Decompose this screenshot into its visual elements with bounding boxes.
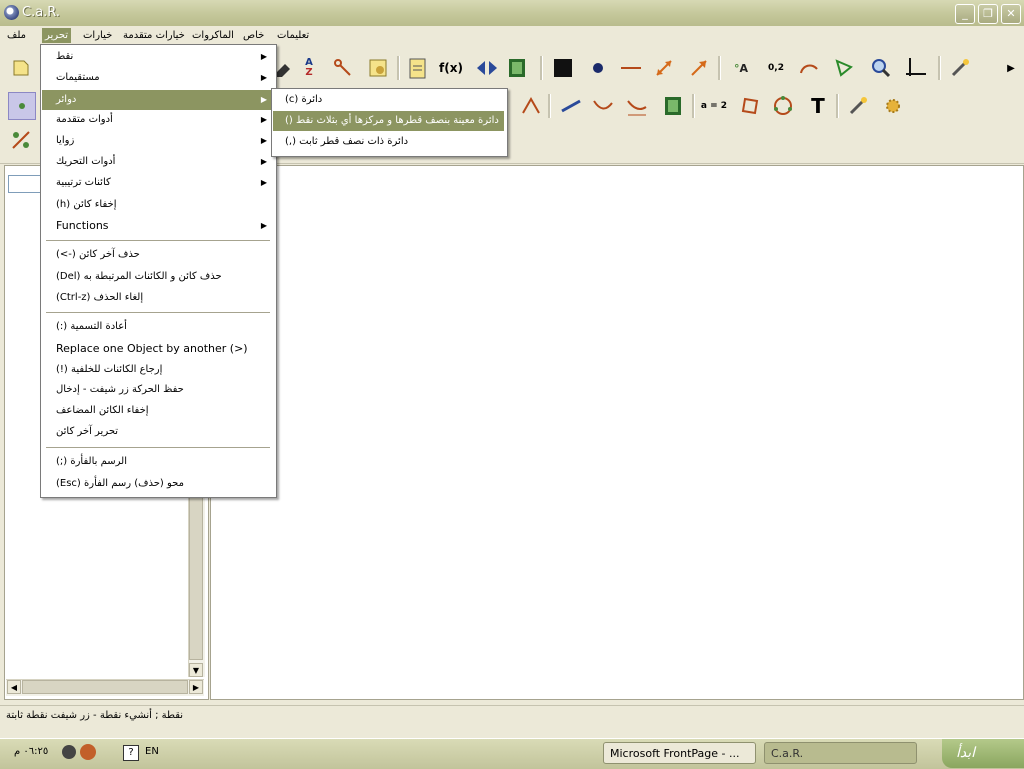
arc-icon[interactable]	[796, 55, 822, 81]
toolbar-separator	[692, 94, 695, 118]
line-point-tool-icon[interactable]	[8, 127, 34, 153]
close-button[interactable]: ✕	[1001, 4, 1021, 24]
scroll-left-arrow[interactable]: ◀	[7, 680, 21, 694]
status-text: نقطة ; أنشيء نقطة - زر شيفت نقطة ثابتة	[6, 710, 184, 721]
clipboard-icon[interactable]	[404, 55, 430, 81]
menu-help[interactable]: تعليمات	[274, 28, 312, 43]
menu-item-delete-last[interactable]: (<-) حذف آخر كائن	[42, 245, 273, 265]
point-label-icon[interactable]: ° A	[728, 55, 754, 81]
segment-icon[interactable]	[618, 55, 644, 81]
magic-wand-icon[interactable]	[947, 55, 973, 81]
menu-separator	[46, 240, 270, 241]
menu-item-angles[interactable]: زوايا ▶	[42, 131, 273, 151]
menu-options[interactable]: خيارات	[80, 28, 115, 43]
curve-alt-icon[interactable]	[624, 93, 650, 119]
toolbar-separator	[397, 56, 400, 80]
clock[interactable]: ٠٦:٢٥ م	[14, 746, 48, 757]
language-indicator[interactable]: EN	[145, 746, 159, 757]
menu-item-points[interactable]: نقط ▶	[42, 47, 273, 67]
zoom-icon[interactable]	[868, 55, 894, 81]
menu-advanced-options[interactable]: خيارات متقدمة	[120, 28, 188, 43]
numeric-label-icon[interactable]: 0,2	[760, 55, 792, 81]
toolbar-separator	[938, 56, 941, 80]
ray-icon[interactable]	[558, 93, 584, 119]
text-tool-icon[interactable]: T	[805, 93, 831, 119]
submenu-item-fixed-radius-circle[interactable]: (,) دائرة ذات نصف قطر ثابت	[273, 132, 504, 152]
gear-icon[interactable]	[365, 55, 391, 81]
menu-item-clear-mouse-draw[interactable]: (Esc) محو (حذف) رسم الفأرة	[42, 474, 273, 494]
menu-item-delete-with-children[interactable]: (Del) حذف كائن و الكائنات المرتبطة به	[42, 267, 273, 287]
vector-icon[interactable]	[686, 55, 712, 81]
menu-item-lines[interactable]: مستقيمات ▶	[42, 68, 273, 88]
menu-item-functions[interactable]: Functions ▶	[42, 216, 273, 236]
taskbar-car[interactable]: C.a.R.	[764, 742, 917, 764]
toolbar-more-arrow[interactable]: ▶	[1002, 55, 1020, 81]
menu-edit[interactable]: تحرير	[42, 28, 72, 43]
menu-item-circles[interactable]: دوائر ▶	[42, 90, 273, 110]
dot-icon[interactable]	[585, 55, 611, 81]
menu-item-replace-object[interactable]: Replace one Object by another (>)	[42, 339, 273, 359]
toolbar-separator	[836, 94, 839, 118]
function-tool-icon[interactable]: f(x)	[438, 55, 464, 81]
menu-file[interactable]: ملف	[4, 28, 29, 43]
menu-separator	[46, 312, 270, 313]
submenu-item-circle-three-points[interactable]: () دائرة معينة بنصف قطرها و مركزها أي بث…	[273, 111, 504, 131]
settings-gear-icon[interactable]	[880, 93, 906, 119]
construction-canvas[interactable]	[210, 165, 1024, 700]
toolbar-separator	[718, 56, 721, 80]
title-bar[interactable]	[0, 0, 1024, 26]
menu-bar: ملف تحرير خيارات خيارات متقدمة الماكروات…	[0, 26, 1024, 45]
toolbar-separator	[548, 94, 551, 118]
polygon-icon[interactable]	[737, 93, 763, 119]
reflection-icon[interactable]	[474, 55, 500, 81]
menu-item-mouse-draw[interactable]: (;) الرسم بالفأرة	[42, 452, 273, 472]
point-tool-icon[interactable]	[8, 92, 36, 120]
black-square-icon[interactable]	[550, 55, 576, 81]
menu-item-edit-last[interactable]: تحرير آخر كائن	[42, 422, 273, 442]
angle-icon[interactable]	[831, 55, 857, 81]
scroll-right-arrow[interactable]: ▶	[189, 680, 203, 694]
menu-item-rename[interactable]: (:) أعادة التسمية	[42, 317, 273, 337]
tray-app-icon[interactable]	[80, 744, 96, 760]
wand-icon[interactable]	[845, 93, 871, 119]
double-arrow-icon[interactable]	[651, 55, 677, 81]
menu-item-hide-duplicate[interactable]: إخفاء الكائن المضاعف	[42, 401, 273, 421]
film-icon[interactable]	[660, 93, 686, 119]
animation-film-icon[interactable]	[504, 55, 530, 81]
menu-item-hide-object[interactable]: (h) إخفاء كائن	[42, 195, 273, 215]
expression-icon[interactable]: a = 2	[698, 93, 730, 119]
sort-az-icon[interactable]: AZ	[296, 55, 322, 81]
menu-macros[interactable]: الماكروات	[189, 28, 237, 43]
circle-points-icon[interactable]	[770, 93, 796, 119]
angle-bisector-icon[interactable]	[518, 93, 544, 119]
menu-item-save-motion[interactable]: حفظ الحركة زر شيفت - إدخال	[42, 380, 273, 400]
minimize-button[interactable]: _	[955, 4, 975, 24]
taskbar-frontpage[interactable]: Microsoft FrontPage - ...	[603, 742, 756, 764]
menu-item-ordered-objects[interactable]: كائنات ترتيبية ▶	[42, 173, 273, 193]
network-icon[interactable]	[62, 745, 76, 759]
menu-special[interactable]: خاص	[240, 28, 267, 43]
trace-icon[interactable]	[330, 55, 356, 81]
submenu-item-circle[interactable]: (c) دائرة	[273, 90, 504, 110]
scroll-down-arrow[interactable]: ▼	[189, 663, 203, 677]
maximize-button[interactable]: ❐	[978, 4, 998, 24]
start-button[interactable]: ابدأ	[942, 739, 1024, 768]
horizontal-scroll-thumb[interactable]	[22, 680, 188, 694]
help-icon[interactable]: ?	[123, 745, 139, 761]
curve-icon[interactable]	[590, 93, 616, 119]
menu-item-send-to-back[interactable]: (!) إرجاع الكائنات للخلفية	[42, 360, 273, 380]
toolbar-separator	[540, 56, 543, 80]
menu-item-move-tools[interactable]: أدوات التحريك ▶	[42, 152, 273, 172]
menu-separator	[46, 447, 270, 448]
window-title: C.a.R.	[22, 5, 61, 20]
axes-icon[interactable]	[903, 55, 929, 81]
menu-item-advanced-tools[interactable]: أدوات متقدمة ▶	[42, 110, 273, 130]
menu-item-undo-delete[interactable]: (Ctrl-z) إلغاء الحذف	[42, 288, 273, 308]
app-icon[interactable]	[4, 5, 19, 20]
new-file-icon[interactable]	[8, 55, 34, 81]
